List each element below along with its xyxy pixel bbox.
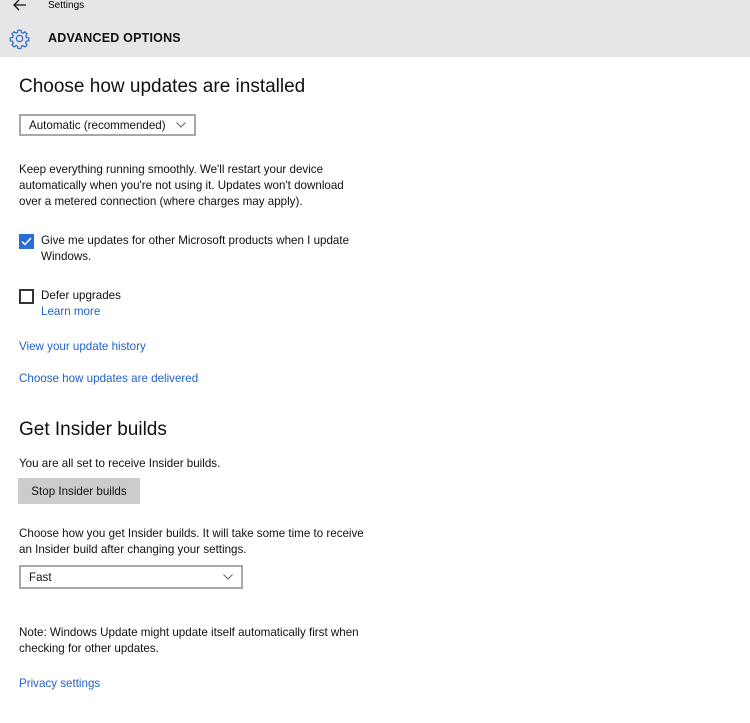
insider-ring-value: Fast — [29, 570, 52, 584]
note-text-1: Note: Windows Update might update itself… — [19, 626, 359, 639]
install-mode-dropdown[interactable]: Automatic (recommended) — [19, 114, 196, 136]
update-history-link[interactable]: View your update history — [19, 340, 146, 353]
back-arrow-icon[interactable] — [12, 0, 28, 12]
learn-more-link[interactable]: Learn more — [41, 305, 100, 318]
ms-products-label-2[interactable]: Windows. — [41, 249, 91, 265]
install-description-3: over a metered connection (where charges… — [19, 195, 303, 208]
note-text-2: checking for other updates. — [19, 642, 159, 655]
privacy-settings-link[interactable]: Privacy settings — [19, 677, 100, 690]
app-title: Settings — [48, 0, 85, 11]
install-heading: Choose how updates are installed — [19, 76, 306, 97]
insider-status: You are all set to receive Insider build… — [19, 457, 221, 470]
insider-ring-dropdown[interactable]: Fast — [19, 565, 243, 589]
install-description-2: automatically when you're not using it. … — [19, 179, 344, 192]
insider-choose-text-1: Choose how you get Insider builds. It wi… — [19, 527, 364, 540]
delivery-options-link[interactable]: Choose how updates are delivered — [19, 372, 198, 385]
install-mode-value: Automatic (recommended) — [29, 118, 166, 132]
page-title: ADVANCED OPTIONS — [48, 31, 181, 45]
gear-icon — [9, 29, 30, 49]
defer-upgrades-checkbox[interactable] — [19, 289, 34, 304]
defer-upgrades-label[interactable]: Defer upgrades — [41, 288, 121, 304]
ms-products-checkbox[interactable] — [19, 234, 34, 249]
insider-heading: Get Insider builds — [19, 419, 167, 440]
checkmark-icon — [21, 237, 32, 246]
chevron-down-icon — [223, 574, 233, 580]
title-bar: Settings ADVANCED OPTIONS — [0, 0, 750, 57]
stop-insider-builds-button[interactable]: Stop Insider builds — [18, 478, 140, 504]
ms-products-label-1[interactable]: Give me updates for other Microsoft prod… — [41, 233, 349, 249]
insider-choose-text-2: an Insider build after changing your set… — [19, 543, 247, 556]
chevron-down-icon — [176, 122, 186, 128]
install-description-1: Keep everything running smoothly. We'll … — [19, 163, 324, 176]
